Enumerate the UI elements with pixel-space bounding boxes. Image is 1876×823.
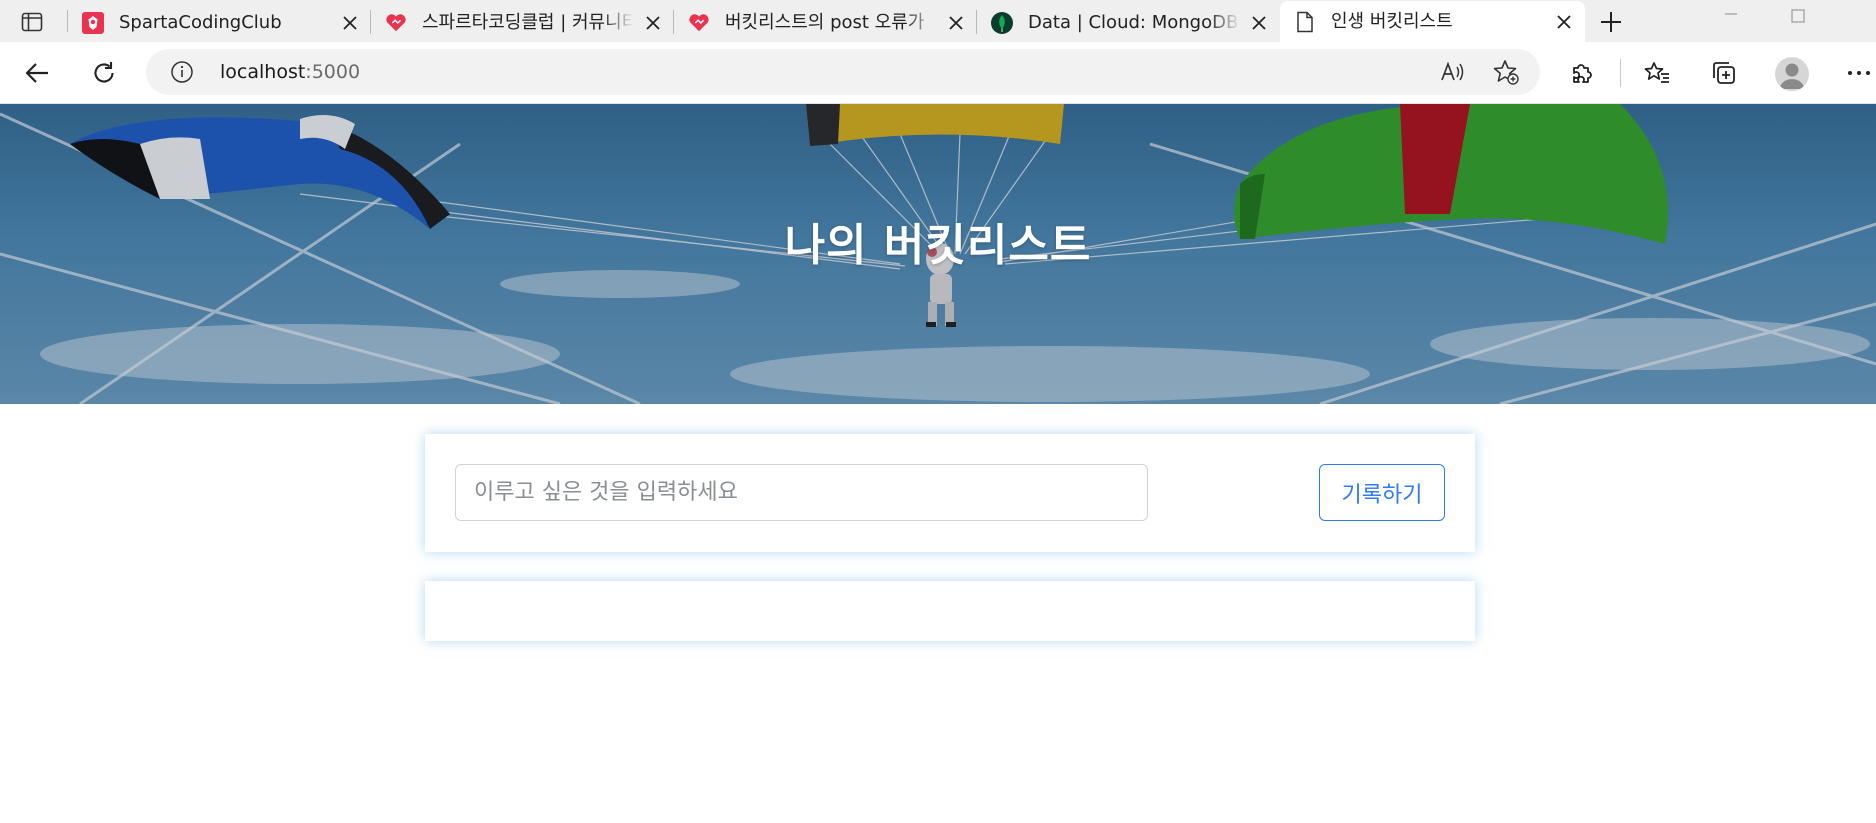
collections-icon <box>1713 62 1735 84</box>
profile-avatar[interactable] <box>1775 57 1809 91</box>
tab-mongodb-cloud[interactable]: Data | Cloud: MongoDB Cloud <box>977 2 1280 42</box>
close-tab-icon[interactable] <box>1250 14 1268 32</box>
read-aloud-icon[interactable] <box>1438 58 1466 86</box>
hero-banner: 나의 버킷리스트 <box>0 104 1876 404</box>
favorites-icon <box>1644 62 1669 83</box>
close-tab-icon[interactable] <box>1555 13 1573 31</box>
save-bucket-button[interactable]: 기록하기 <box>1319 464 1445 521</box>
close-tab-icon[interactable] <box>947 14 965 32</box>
bucket-form-card: 기록하기 <box>425 434 1475 552</box>
tab-actions-icon <box>21 12 43 32</box>
close-tab-icon[interactable] <box>341 14 359 32</box>
mongodb-leaf-icon <box>991 12 1013 34</box>
collections-button[interactable] <box>1707 56 1741 90</box>
tab-title: Data | Cloud: MongoDB Cloud <box>1028 12 1240 33</box>
back-arrow-icon <box>25 63 48 83</box>
tab-title: 버킷리스트의 post 오류가 <box>725 12 925 33</box>
address-bar[interactable]: localhost:5000 <box>146 49 1540 95</box>
sparta-heart-icon <box>688 12 710 34</box>
tab-title: 인생 버킷리스트 <box>1331 11 1453 32</box>
url-port: :5000 <box>305 61 361 83</box>
sparta-heart-icon <box>385 12 407 34</box>
more-dots-icon <box>1848 71 1870 75</box>
extensions-button[interactable] <box>1565 56 1599 90</box>
toolbar-divider <box>1620 59 1621 87</box>
new-tab-icon[interactable] <box>1596 7 1626 37</box>
minimize-icon[interactable] <box>1720 8 1742 30</box>
tab-spartacodingclub[interactable]: SpartaCodingClub <box>68 2 371 42</box>
url-host: localhost <box>220 61 306 83</box>
tab-life-bucketlist[interactable]: 인생 버킷리스트 <box>1280 1 1585 42</box>
puzzle-icon <box>1573 64 1592 83</box>
settings-more-button[interactable] <box>1842 56 1876 90</box>
url-text[interactable]: localhost:5000 <box>220 61 360 83</box>
reload-button[interactable] <box>87 56 121 90</box>
bucket-input[interactable] <box>455 464 1148 521</box>
tab-bucketlist-post-error[interactable]: 버킷리스트의 post 오류가 <box>674 2 977 42</box>
page-title: 나의 버킷리스트 <box>784 220 1092 271</box>
reload-icon <box>94 62 114 83</box>
favorites-button[interactable] <box>1640 56 1674 90</box>
maximize-icon[interactable] <box>1787 8 1809 30</box>
tab-title: 스파르타코딩클럽 | 커뮤니티 <box>422 12 634 33</box>
user-icon <box>1780 63 1804 89</box>
add-favorite-icon[interactable] <box>1492 58 1520 86</box>
page-icon <box>1294 11 1316 33</box>
browser-toolbar: localhost:5000 <box>0 42 1876 104</box>
tab-title: SpartaCodingClub <box>119 12 282 33</box>
tab-actions-button[interactable] <box>13 9 51 35</box>
sparta-icon <box>82 12 104 34</box>
tab-strip: SpartaCodingClub 스파르타코딩클럽 | 커뮤니티 버킷리스트의 … <box>0 0 1876 42</box>
tab-sparta-community[interactable]: 스파르타코딩클럽 | 커뮤니티 <box>371 2 674 42</box>
site-info-icon[interactable] <box>170 60 194 84</box>
bucket-list-card <box>425 581 1475 641</box>
close-tab-icon[interactable] <box>644 14 662 32</box>
back-button[interactable] <box>20 56 54 90</box>
